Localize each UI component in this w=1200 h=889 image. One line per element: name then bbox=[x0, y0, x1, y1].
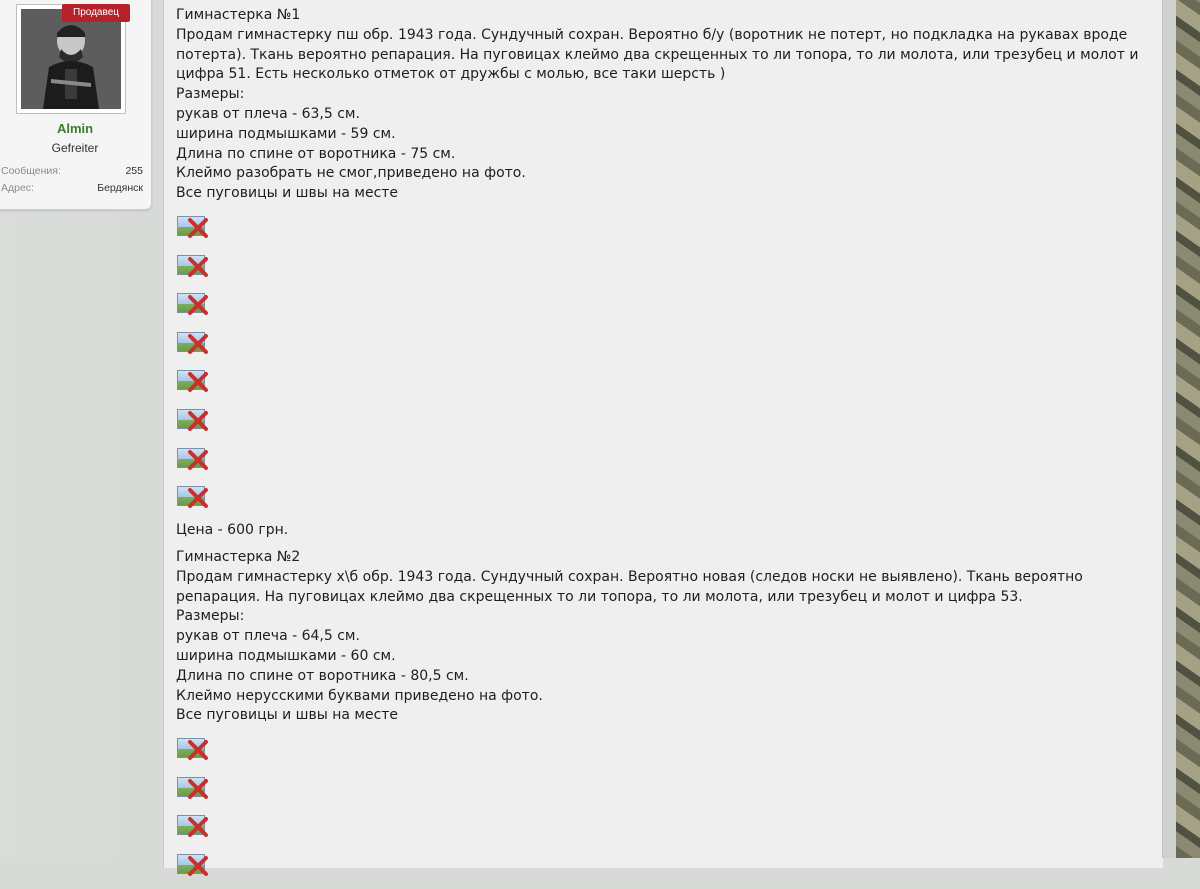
broken-image-icon[interactable] bbox=[176, 212, 210, 240]
stat-label: Сообщения: bbox=[1, 165, 61, 177]
broken-image-icon[interactable] bbox=[176, 328, 210, 356]
broken-image-icon[interactable] bbox=[176, 773, 210, 801]
user-rank: Gefreiter bbox=[51, 141, 99, 155]
item-description: цифра 51. Есть несколько отметок от друж… bbox=[176, 66, 726, 83]
seller-badge: Продавец bbox=[62, 4, 130, 22]
broken-image-icon[interactable] bbox=[176, 366, 210, 394]
sizes-label: Размеры: bbox=[176, 86, 245, 103]
post-body: Гимнастерка №1 Продам гимнастерку пш обр… bbox=[163, 0, 1163, 876]
item-price: Цена - 600 грн. bbox=[176, 521, 289, 538]
buttons-note: Все пуговицы и швы на месте bbox=[176, 707, 399, 724]
sizes-label: Размеры: bbox=[176, 608, 245, 625]
stat-label: Адрес: bbox=[1, 182, 34, 194]
broken-image-icon[interactable] bbox=[176, 811, 210, 839]
broken-image-icon[interactable] bbox=[176, 251, 210, 279]
stat-value: 255 bbox=[125, 165, 143, 177]
size-length: Длина по спине от воротника - 75 см. bbox=[176, 145, 456, 162]
username[interactable]: Almin bbox=[0, 121, 159, 136]
item-title: Гимнастерка №2 bbox=[176, 549, 301, 565]
scrollbar[interactable] bbox=[1162, 0, 1177, 858]
item-description: Продам гимнастерку пш обр. 1943 года. Су… bbox=[176, 26, 1128, 43]
user-card: Продавец Almin Gefreiter Сообщения: 255 … bbox=[0, 0, 152, 210]
camo-border bbox=[1176, 0, 1200, 858]
item-description: Продам гимнастерку х\б обр. 1943 года. С… bbox=[176, 568, 1083, 585]
broken-image-icon[interactable] bbox=[176, 482, 210, 510]
avatar-image bbox=[21, 9, 121, 109]
size-sleeve: рукав от плеча - 63,5 см. bbox=[176, 105, 360, 122]
size-chest: ширина подмышками - 59 см. bbox=[176, 125, 396, 142]
buttons-note: Все пуговицы и швы на месте bbox=[176, 185, 399, 202]
size-chest: ширина подмышками - 60 см. bbox=[176, 647, 396, 664]
item-title: Гимнастерка №1 bbox=[176, 7, 301, 23]
broken-image-icon[interactable] bbox=[176, 734, 210, 762]
post-item-2: Гимнастерка №2 Продам гимнастерку х\б об… bbox=[176, 548, 1151, 889]
broken-image-icon[interactable] bbox=[176, 405, 210, 433]
stat-row-address: Адрес: Бердянск bbox=[1, 182, 143, 198]
size-sleeve: рукав от плеча - 64,5 см. bbox=[176, 628, 360, 645]
post-item-1: Гимнастерка №1 Продам гимнастерку пш обр… bbox=[176, 6, 1151, 541]
broken-image-icon[interactable] bbox=[176, 289, 210, 317]
item-description: репарация. На пуговицах клеймо два скрещ… bbox=[176, 588, 1023, 605]
stat-value: Бердянск bbox=[97, 182, 143, 194]
stamp-note: Клеймо нерусскими буквами приведено на ф… bbox=[176, 687, 543, 704]
broken-image-icon[interactable] bbox=[176, 444, 210, 472]
item-description: потерта). Ткань вероятно репарация. На п… bbox=[176, 46, 1139, 63]
broken-image-icon[interactable] bbox=[176, 850, 210, 878]
stat-row-messages: Сообщения: 255 bbox=[1, 165, 143, 181]
stamp-note: Клеймо разобрать не смог,приведено на фо… bbox=[176, 165, 526, 182]
size-length: Длина по спине от воротника - 80,5 см. bbox=[176, 667, 469, 684]
